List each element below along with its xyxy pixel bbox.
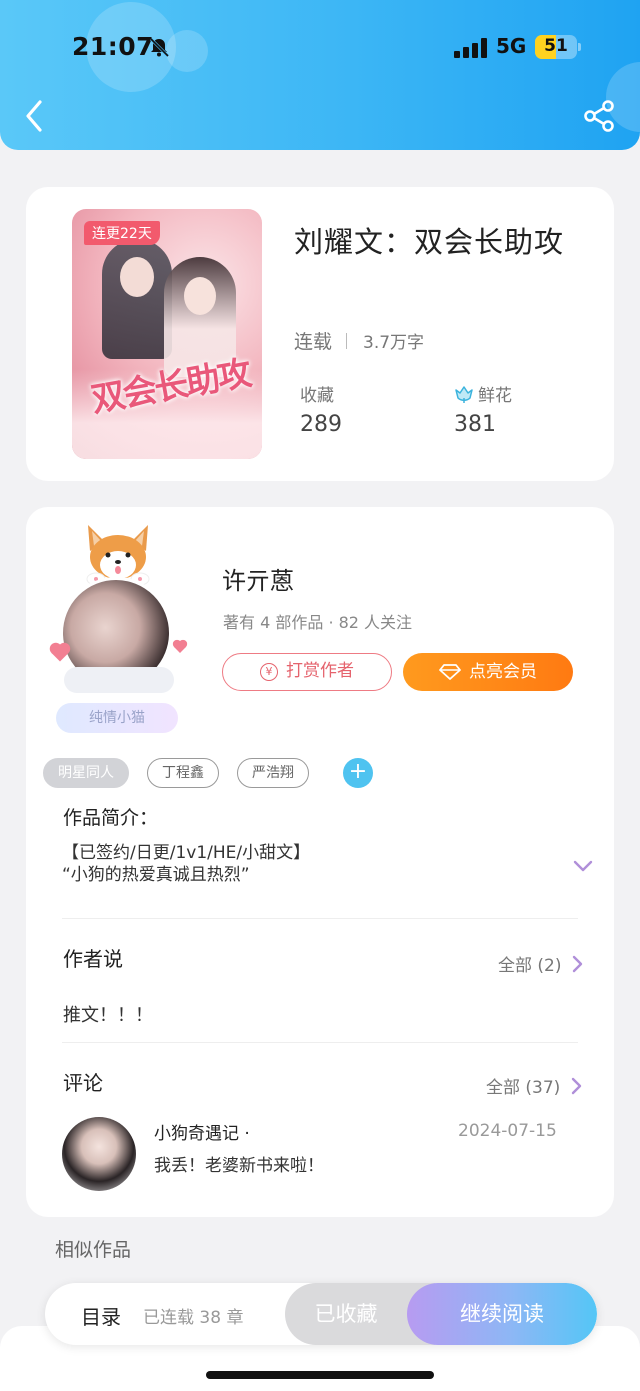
book-cover[interactable]: 双会长助攻 连更22天	[72, 209, 262, 459]
author-says-title: 作者说	[63, 947, 123, 971]
flowers-stat[interactable]: 鲜花 381	[454, 381, 512, 437]
add-tag-button[interactable]: +	[343, 758, 373, 788]
battery-icon: 51	[535, 35, 577, 59]
book-meta: 连载 3.7万字	[294, 327, 424, 354]
corgi-decoration-icon	[86, 525, 150, 585]
home-indicator	[206, 1371, 434, 1379]
flowers-value: 381	[454, 412, 496, 437]
back-arrow-icon[interactable]	[20, 96, 50, 136]
vip-label: 点亮会员	[469, 662, 537, 682]
tag-list: 明星同人 丁程鑫 严浩翔 +	[43, 758, 373, 788]
intro-line: 【已签约/日更/1v1/HE/小甜文】	[62, 843, 311, 863]
favorites-value: 289	[300, 412, 342, 437]
cloud-decoration	[64, 667, 174, 693]
divider	[62, 1042, 578, 1043]
flower-icon	[455, 386, 473, 403]
continue-reading-button[interactable]: 继续阅读	[407, 1283, 597, 1345]
comments-more-label: 全部 (37)	[486, 1078, 561, 1098]
commenter-avatar[interactable]	[62, 1117, 136, 1191]
author-says-text: 推文！！！	[63, 1005, 153, 1026]
comments-more[interactable]: 全部 (37)	[486, 1073, 582, 1098]
book-title: 刘耀文：双会长助攻	[294, 225, 565, 259]
heart-decoration-icon	[174, 641, 186, 653]
author-name[interactable]: 许亓蒽	[222, 561, 294, 596]
battery-level: 51	[544, 36, 568, 56]
favorites-label: 收藏	[300, 386, 334, 406]
author-says-more[interactable]: 全部 (2)	[498, 951, 583, 976]
tag-item[interactable]: 丁程鑫	[147, 758, 219, 788]
similar-works-title: 相似作品	[55, 1239, 132, 1261]
tag-item[interactable]: 明星同人	[43, 758, 129, 788]
chevron-right-icon	[573, 955, 583, 972]
chevron-down-icon[interactable]	[572, 859, 594, 873]
battery-tip	[578, 43, 581, 51]
decor-bubble	[166, 30, 208, 72]
intro-text: 【已签约/日更/1v1/HE/小甜文】 “小狗的热爱真诚且热烈”	[62, 842, 310, 886]
author-avatar-frame[interactable]: 纯情小猫	[44, 517, 194, 735]
serial-status: 连载	[294, 331, 333, 353]
tip-author-button[interactable]: ¥ 打赏作者	[222, 653, 392, 691]
author-meta: 著有 4 部作品 · 82 人关注	[223, 613, 413, 632]
vip-button[interactable]: 点亮会员	[403, 653, 573, 691]
avatar-frame-label: 纯情小猫	[56, 703, 178, 733]
chapter-count[interactable]: 已连载 38 章	[143, 1303, 243, 1328]
comments-title: 评论	[63, 1071, 103, 1095]
update-streak-badge: 连更22天	[84, 221, 160, 245]
intro-line: “小狗的热爱真诚且热烈”	[62, 865, 250, 885]
toc-button[interactable]: 目录	[81, 1301, 121, 1330]
flowers-label: 鲜花	[478, 386, 512, 406]
word-count: 3.7万字	[363, 333, 425, 353]
favorites-stat: 收藏 289	[300, 381, 342, 437]
chevron-right-icon	[572, 1077, 582, 1094]
diamond-icon	[439, 664, 461, 680]
book-info-card: 双会长助攻 连更22天 刘耀文：双会长助攻 连载 3.7万字 收藏 289 鲜花…	[26, 187, 614, 481]
yen-icon: ¥	[260, 663, 278, 681]
status-time: 21:07	[72, 32, 155, 61]
author-says-more-label: 全部 (2)	[498, 956, 562, 976]
divider	[62, 918, 578, 919]
bell-muted-icon	[149, 37, 170, 58]
signal-icon	[454, 38, 488, 58]
network-type: 5G	[496, 34, 527, 58]
share-icon[interactable]	[582, 98, 618, 134]
commenter-name[interactable]: 小狗奇遇记 ·	[154, 1119, 250, 1144]
tag-item[interactable]: 严浩翔	[237, 758, 309, 788]
detail-card: 纯情小猫 许亓蒽 著有 4 部作品 · 82 人关注 ¥ 打赏作者 点亮会员 明星…	[26, 507, 614, 1217]
bottom-action-bar: 目录 已连载 38 章 已收藏 继续阅读	[45, 1283, 597, 1345]
header: 21:07 5G 51	[0, 0, 640, 150]
intro-title: 作品简介：	[63, 807, 159, 829]
collected-label: 已收藏	[314, 1302, 378, 1326]
comment-text: 我丢！老婆新书来啦！	[154, 1156, 324, 1176]
tip-author-label: 打赏作者	[286, 661, 354, 681]
comment-date: 2024-07-15	[458, 1121, 557, 1141]
